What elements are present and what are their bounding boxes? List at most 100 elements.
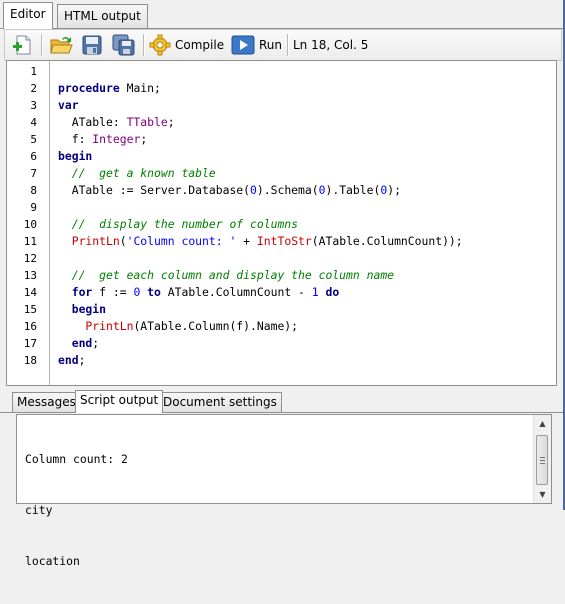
code-token: Integer — [92, 132, 141, 146]
run-icon — [231, 35, 255, 55]
code-token: PrintLn — [58, 234, 120, 248]
line-number-gutter: 1 2 3 4 5 6 7 8 9 10 11 12 13 14 15 16 17 18 — [7, 61, 50, 385]
code-token: procedure — [58, 81, 120, 95]
compile-label: Compile — [175, 38, 225, 52]
top-tab-bar: Editor HTML output — [0, 0, 565, 29]
cursor-position-status: Ln 18, Col. 5 — [293, 38, 369, 52]
line-number: 8 — [30, 184, 37, 197]
code-line[interactable]: PrintLn('Column count: ' + IntToStr(ATab… — [58, 233, 463, 250]
code-token: + — [236, 234, 257, 248]
code-line[interactable]: PrintLn(ATable.Column(f).Name); — [58, 318, 298, 335]
code-token: for — [58, 285, 93, 299]
line-number: 14 — [23, 286, 37, 299]
code-token: end — [58, 353, 79, 367]
code-token: Main; — [119, 81, 161, 95]
code-line[interactable]: end; — [58, 335, 99, 352]
line-number: 17 — [23, 337, 37, 350]
output-line: city — [25, 503, 53, 517]
line-number: 16 — [23, 320, 37, 333]
save-all-icon — [112, 34, 135, 56]
code-line[interactable]: ATable := Server.Database(0).Schema(0).T… — [58, 182, 401, 199]
tab-messages[interactable]: Messages — [12, 392, 81, 412]
line-number: 15 — [23, 303, 37, 316]
code-token: // get each column and display the colum… — [58, 268, 395, 282]
code-token: to — [140, 285, 161, 299]
code-token: ).Table( — [325, 183, 381, 197]
output-vertical-scrollbar[interactable]: ▲ ▼ — [533, 415, 551, 503]
code-token: // get a known table — [58, 166, 216, 180]
save-icon — [82, 35, 102, 55]
line-number: 11 — [23, 235, 37, 248]
line-number: 13 — [23, 269, 37, 282]
open-button[interactable] — [49, 34, 73, 56]
code-token: ATable := Server.Database( — [58, 183, 251, 197]
code-line[interactable]: // display the number of columns — [58, 216, 298, 233]
line-number: 3 — [30, 99, 37, 112]
code-token: ; — [92, 336, 100, 350]
code-line[interactable]: begin — [58, 301, 106, 318]
code-token: f := — [92, 285, 134, 299]
gear-icon — [149, 34, 171, 56]
line-number: 6 — [30, 150, 37, 163]
run-button[interactable]: Run — [231, 34, 282, 56]
code-token: begin — [58, 149, 93, 163]
code-token: ; — [167, 115, 175, 129]
tab-html-output[interactable]: HTML output — [57, 4, 148, 28]
code-token: ); — [387, 183, 401, 197]
code-token: f: — [58, 132, 93, 146]
line-number: 7 — [30, 167, 37, 180]
line-number: 5 — [30, 133, 37, 146]
code-token: PrintLn — [58, 319, 134, 333]
code-line[interactable]: ATable: TTable; — [58, 114, 175, 131]
scroll-up-arrow-icon[interactable]: ▲ — [534, 415, 551, 432]
scrollbar-thumb[interactable] — [536, 435, 548, 485]
tab-editor[interactable]: Editor — [3, 2, 53, 29]
code-token: begin — [58, 302, 107, 316]
code-token: ( — [119, 234, 127, 248]
line-number: 4 — [30, 116, 37, 129]
line-number: 10 — [23, 218, 37, 231]
code-token: 'Column count: ' — [126, 234, 237, 248]
code-token: IntToStr — [256, 234, 312, 248]
run-label: Run — [259, 38, 283, 52]
code-line[interactable]: var — [58, 97, 79, 114]
line-number: 12 — [23, 252, 37, 265]
scroll-down-arrow-icon[interactable]: ▼ — [534, 486, 551, 503]
code-token: 1 — [311, 285, 319, 299]
output-line: location — [25, 554, 80, 568]
new-document-icon — [13, 35, 31, 55]
line-number: 1 — [30, 65, 37, 78]
code-token: ATable.ColumnCount - — [160, 285, 312, 299]
bottom-tab-bar: Messages Script output Document settings — [0, 390, 565, 413]
code-line[interactable]: begin — [58, 148, 92, 165]
line-number: 9 — [30, 201, 37, 214]
code-line[interactable]: // get a known table — [58, 165, 216, 182]
output-text: Column count: 2 city location — [25, 417, 128, 604]
output-line: Column count: 2 — [25, 452, 128, 466]
toolbar: Compile Run Ln 18, Col. 5 — [4, 29, 562, 61]
code-line[interactable]: end; — [58, 352, 85, 369]
code-token: 0 — [250, 183, 257, 197]
tab-document-settings[interactable]: Document settings — [158, 392, 282, 412]
code-line[interactable]: // get each column and display the colum… — [58, 267, 394, 284]
script-output-panel[interactable]: Column count: 2 city location ▲ ▼ — [16, 414, 552, 568]
compile-button[interactable]: Compile — [149, 34, 224, 56]
code-token: do — [318, 285, 340, 299]
tab-script-output[interactable]: Script output — [75, 390, 164, 413]
code-token: ).Schema( — [256, 183, 319, 197]
new-document-button[interactable] — [11, 34, 33, 56]
code-line[interactable]: f: Integer; — [58, 131, 147, 148]
open-folder-icon — [50, 37, 73, 54]
code-line[interactable]: for f := 0 to ATable.ColumnCount - 1 do — [58, 284, 340, 301]
code-token: TTable — [126, 115, 168, 129]
save-button[interactable] — [81, 34, 103, 56]
code-token: (ATable.ColumnCount)); — [311, 234, 463, 248]
code-token: ATable: — [58, 115, 127, 129]
code-token: ; — [140, 132, 148, 146]
line-number: 18 — [23, 354, 37, 367]
save-all-button[interactable] — [111, 34, 137, 56]
code-editor[interactable]: 1 2 3 4 5 6 7 8 9 10 11 12 13 14 15 16 17 18 procedure Ma… — [6, 60, 557, 386]
code-token: var — [58, 98, 79, 112]
code-line[interactable]: procedure Main; — [58, 80, 161, 97]
code-token: // display the number of columns — [58, 217, 299, 231]
